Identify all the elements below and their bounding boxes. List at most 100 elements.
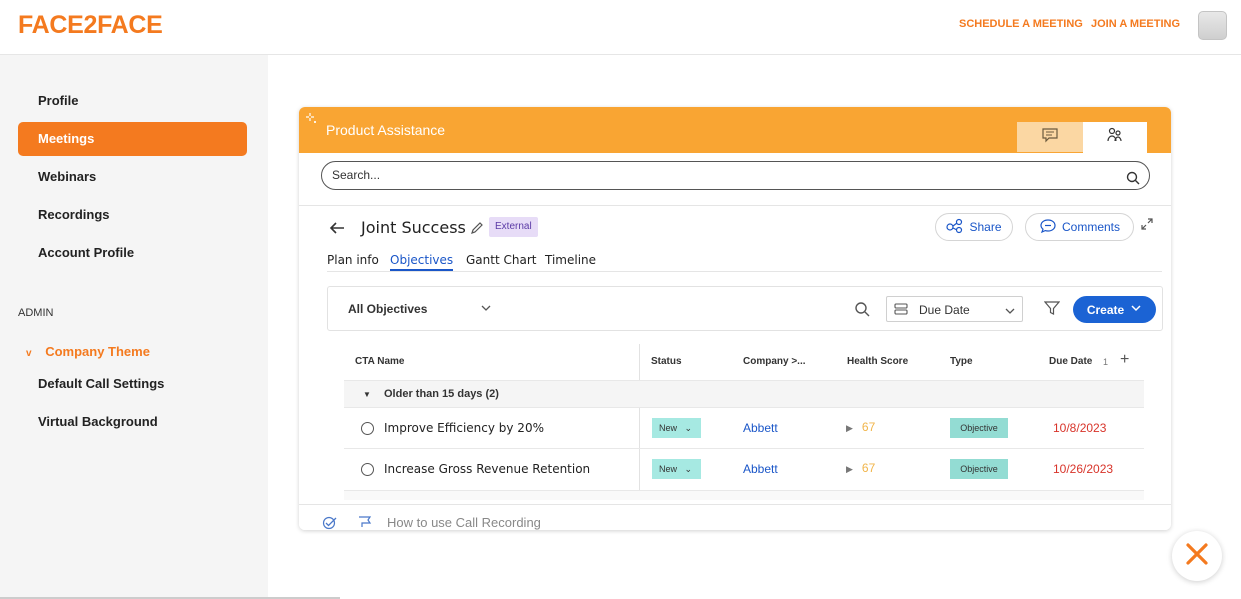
join-meeting-link[interactable]: JOIN A MEETING: [1091, 18, 1180, 30]
divider: [327, 271, 1162, 272]
sidebar-item-webinars[interactable]: Webinars: [18, 160, 247, 194]
group-row[interactable]: ▼ Older than 15 days (2): [344, 380, 1144, 407]
objectives-toolbar: All Objectives Due Date Create: [327, 286, 1163, 331]
group-label: Older than 15 days (2): [384, 388, 499, 400]
chevron-down-icon: v: [26, 348, 32, 359]
company-link[interactable]: Abbett: [743, 421, 778, 435]
people-icon: [1106, 126, 1124, 149]
panel-header: Product Assistance: [299, 107, 1171, 153]
chevron-down-icon: [1130, 302, 1142, 317]
chevron-down-icon: [1004, 304, 1016, 322]
check-icon[interactable]: [322, 516, 338, 530]
chat-icon: [1041, 127, 1059, 148]
create-button[interactable]: Create: [1073, 296, 1156, 323]
tab-plan-info[interactable]: Plan info: [327, 253, 379, 267]
cta-name[interactable]: Improve Efficiency by 20%: [384, 421, 544, 435]
create-label: Create: [1086, 302, 1125, 317]
chevron-down-icon: ⌄: [684, 423, 693, 433]
page-title: Joint Success: [361, 218, 466, 237]
type-badge: Objective: [950, 459, 1008, 479]
table-row-partial: [344, 490, 1144, 500]
tab-gantt-chart[interactable]: Gantt Chart: [466, 253, 536, 267]
search-icon[interactable]: [1126, 168, 1140, 195]
tab-timeline[interactable]: Timeline: [545, 253, 596, 267]
add-column-button[interactable]: +: [1120, 351, 1129, 369]
top-bar: FACE2FACE SCHEDULE A MEETING JOIN A MEET…: [0, 0, 1241, 55]
health-value: 67: [861, 461, 876, 475]
health-score: ▶ 67: [846, 461, 875, 475]
search-icon[interactable]: [854, 301, 870, 322]
panel-footer: How to use Call Recording: [299, 504, 1171, 530]
row-radio[interactable]: [361, 463, 374, 476]
pencil-icon[interactable]: [470, 221, 484, 240]
status-dropdown[interactable]: New ⌄: [652, 418, 701, 438]
due-date: 10/26/2023: [1053, 462, 1114, 476]
expand-icon[interactable]: [1140, 217, 1154, 236]
sidebar-item-virtual-background[interactable]: Virtual Background: [18, 405, 247, 439]
admin-section-label: ADMIN: [18, 307, 54, 319]
share-label: Share: [969, 220, 1002, 234]
sidebar-item-meetings[interactable]: Meetings: [18, 122, 247, 156]
search-input[interactable]: Search...: [321, 161, 1150, 190]
sidebar-item-company-theme[interactable]: v Company Theme: [26, 344, 150, 359]
tab-chat[interactable]: [1017, 122, 1083, 152]
sidebar: Profile Meetings Webinars Recordings Acc…: [0, 55, 268, 599]
sidebar-item-label: Company Theme: [45, 344, 150, 359]
app-logo[interactable]: FACE2FACE: [18, 11, 163, 40]
health-value: 67: [861, 420, 876, 434]
sidebar-item-recordings[interactable]: Recordings: [18, 198, 247, 232]
share-icon: [946, 218, 964, 237]
column-header[interactable]: Due Date: [1049, 356, 1092, 367]
panel-title: Product Assistance: [326, 122, 446, 138]
sort-indicator: 1: [1103, 357, 1109, 367]
company-link[interactable]: Abbett: [743, 462, 778, 476]
tab-people[interactable]: [1083, 122, 1147, 153]
feedback-icon[interactable]: [357, 515, 373, 530]
type-badge: Objective: [950, 418, 1008, 438]
table-row[interactable]: Improve Efficiency by 20% New ⌄ Abbett ▶…: [344, 407, 1144, 448]
chevron-down-icon: ⌄: [684, 464, 693, 474]
sort-select-value: Due Date: [919, 303, 970, 317]
status-value: New: [659, 464, 678, 474]
table-header: CTA Name Status Company >... Health Scor…: [327, 344, 1144, 380]
close-icon: [1185, 542, 1209, 571]
product-assistance-panel: Product Assistance Search... Joint Succe…: [299, 107, 1171, 530]
sort-icon: [894, 302, 908, 321]
caret-right-icon[interactable]: ▶: [846, 423, 853, 433]
tab-objectives[interactable]: Objectives: [390, 253, 454, 271]
column-header[interactable]: Health Score: [847, 356, 908, 367]
column-header[interactable]: Status: [651, 356, 682, 367]
column-header[interactable]: Company >...: [743, 356, 806, 367]
chevron-down-icon[interactable]: [480, 301, 492, 319]
filter-icon[interactable]: [1043, 300, 1061, 321]
caret-right-icon[interactable]: ▶: [846, 464, 853, 474]
column-header[interactable]: CTA Name: [355, 356, 404, 367]
row-radio[interactable]: [361, 422, 374, 435]
close-button[interactable]: [1172, 531, 1222, 581]
back-arrow-icon[interactable]: [329, 220, 345, 240]
status-value: New: [659, 423, 678, 433]
due-date: 10/8/2023: [1053, 421, 1107, 435]
share-button[interactable]: Share: [935, 213, 1013, 241]
comments-icon: [1039, 218, 1057, 237]
cta-name[interactable]: Increase Gross Revenue Retention: [384, 462, 590, 476]
divider: [299, 205, 1171, 206]
sidebar-item-profile[interactable]: Profile: [18, 84, 247, 118]
footer-link[interactable]: How to use Call Recording: [387, 515, 541, 530]
search-placeholder: Search...: [332, 168, 381, 182]
status-dropdown[interactable]: New ⌄: [652, 459, 701, 479]
sort-select[interactable]: Due Date: [886, 296, 1023, 322]
objectives-filter-dropdown[interactable]: All Objectives: [348, 302, 427, 316]
sidebar-item-account-profile[interactable]: Account Profile: [18, 236, 247, 270]
column-header[interactable]: Type: [950, 356, 973, 367]
external-badge: External: [489, 217, 538, 237]
sparkle-icon: [305, 112, 319, 129]
comments-button[interactable]: Comments: [1025, 213, 1134, 241]
schedule-meeting-link[interactable]: SCHEDULE A MEETING: [959, 18, 1083, 30]
sidebar-item-default-call-settings[interactable]: Default Call Settings: [18, 367, 247, 401]
comments-label: Comments: [1061, 220, 1120, 234]
caret-down-icon: ▼: [363, 390, 371, 399]
table-row[interactable]: Increase Gross Revenue Retention New ⌄ A…: [344, 448, 1144, 489]
health-score: ▶ 67: [846, 420, 875, 434]
avatar[interactable]: [1198, 11, 1227, 40]
